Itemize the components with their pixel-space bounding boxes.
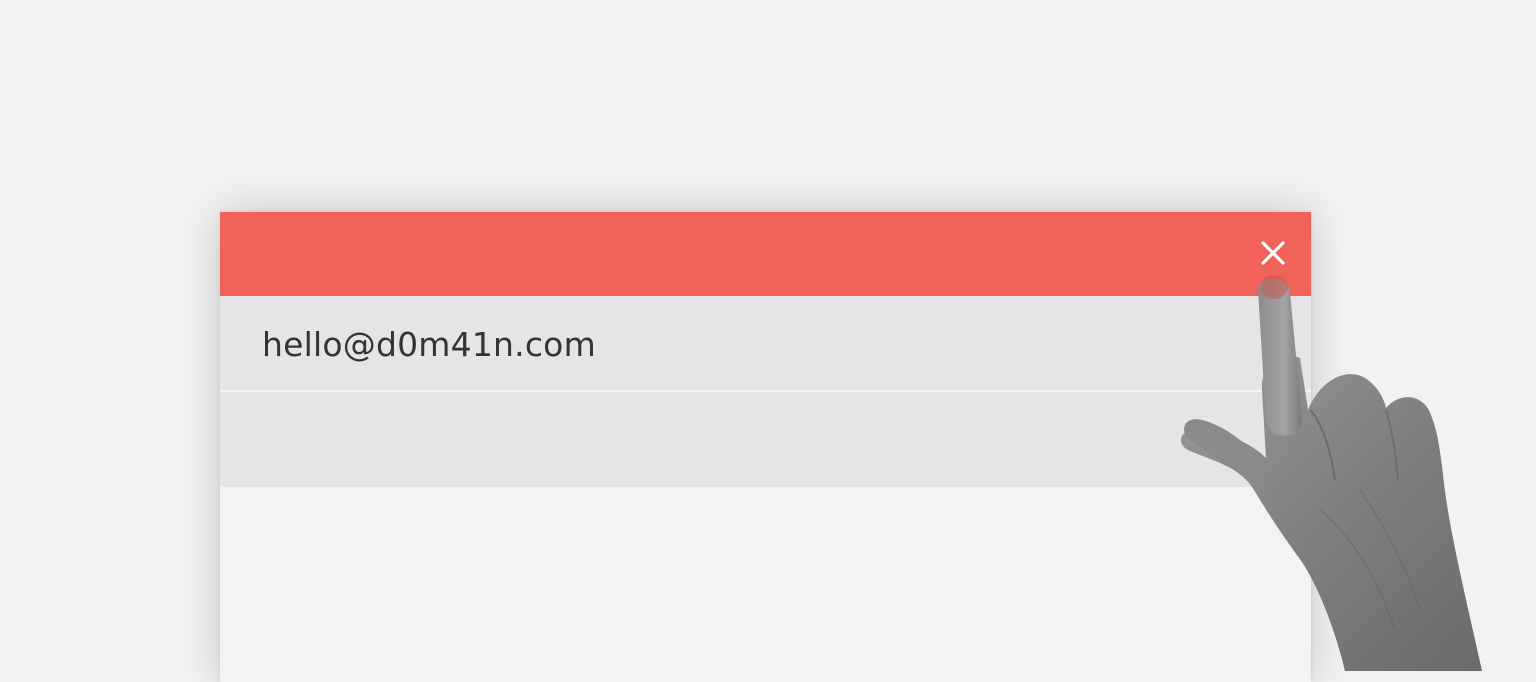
close-icon [1261, 241, 1285, 265]
email-field[interactable]: hello@d0m41n.com [220, 296, 1311, 390]
dialog-window: hello@d0m41n.com [220, 212, 1311, 682]
second-field[interactable] [220, 392, 1311, 487]
close-button[interactable] [1254, 234, 1292, 272]
email-field-value: hello@d0m41n.com [262, 325, 596, 364]
dialog-titlebar [220, 212, 1311, 296]
